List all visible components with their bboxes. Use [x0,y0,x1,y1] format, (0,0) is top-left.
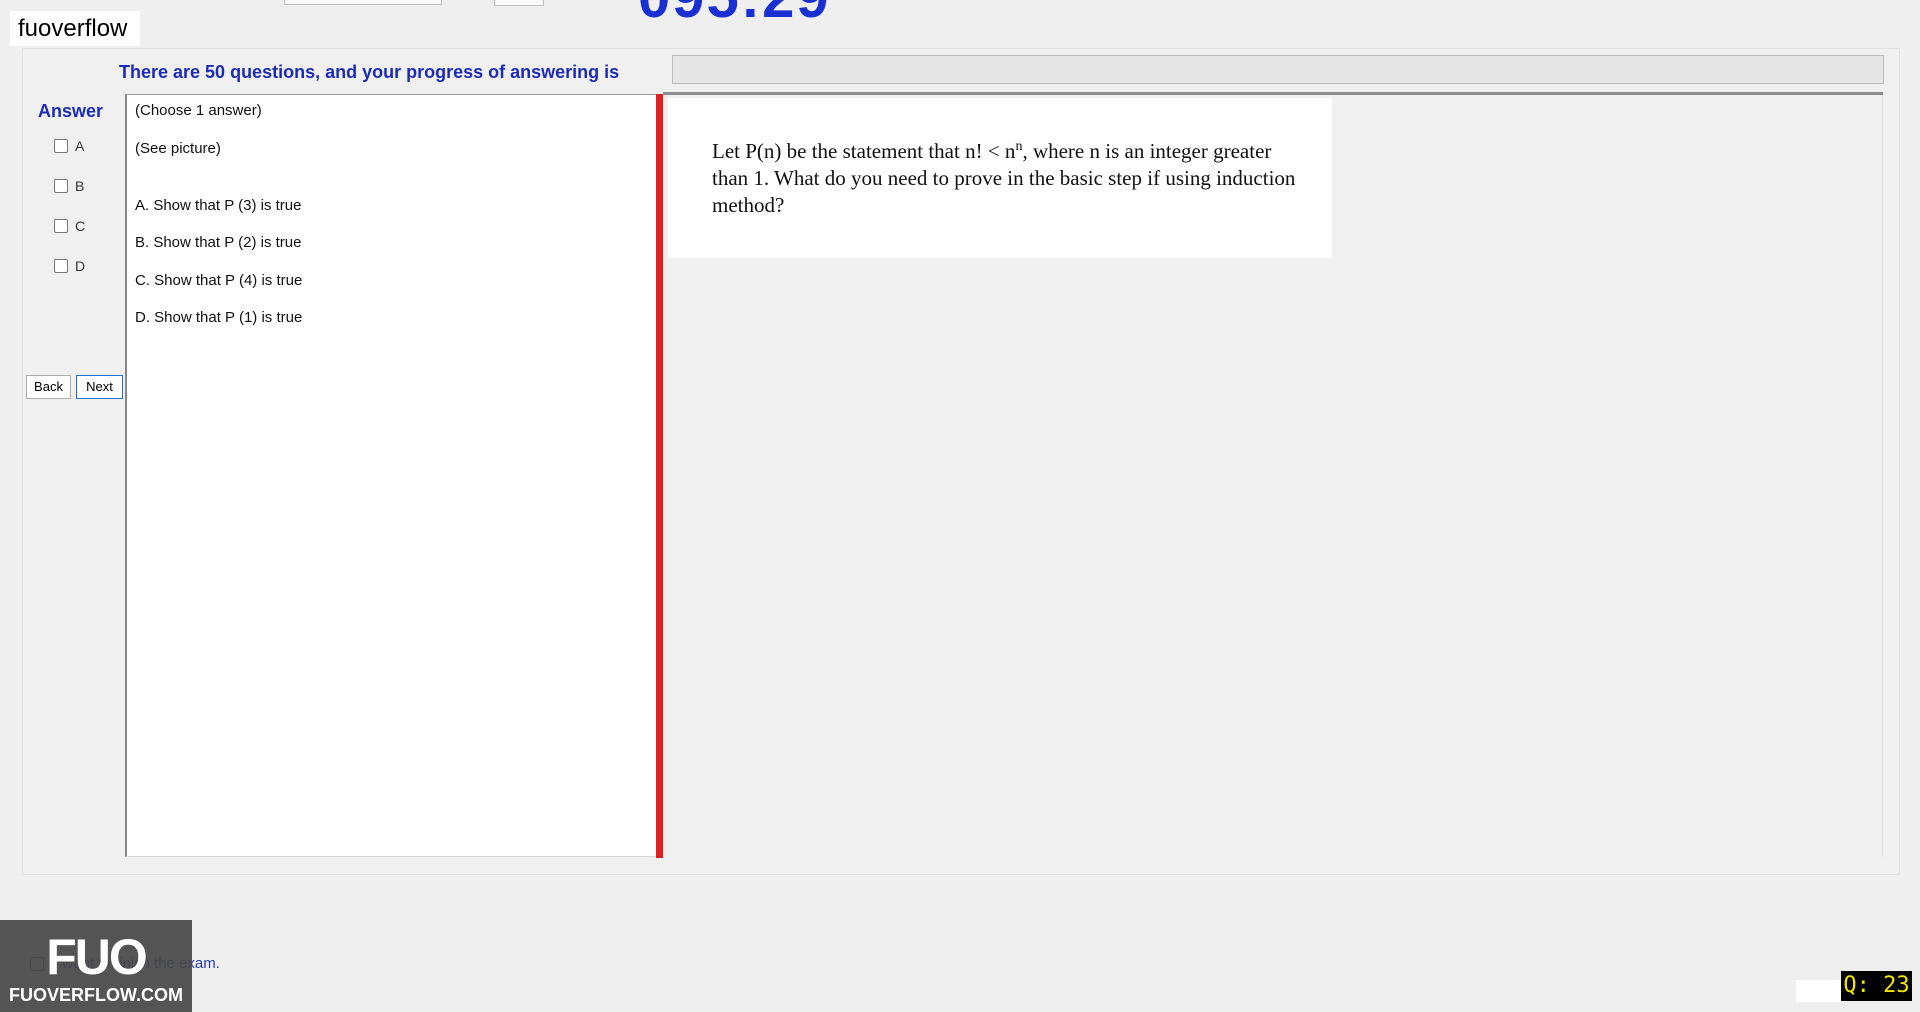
panel-splitter[interactable] [656,94,663,858]
back-button[interactable]: Back [26,375,71,399]
choice-b: B. Show that P (2) is true [135,234,302,251]
checkbox-c[interactable] [54,219,68,233]
question-text-part1: Let P(n) be the statement that n! < n [712,139,1016,163]
progress-bar [672,55,1884,84]
site-label-text: fuoverflow [18,15,128,42]
checkbox-d[interactable] [54,259,68,273]
question-image-text: Let P(n) be the statement that n! < nn, … [712,133,1312,219]
question-instruction: (Choose 1 answer) [135,102,262,119]
site-label: fuoverflow [10,11,140,75]
question-counter: Q: 23 [1841,971,1912,1001]
answer-option-a[interactable]: A [54,138,84,154]
top-combo-box[interactable] [284,0,442,5]
counter-backdrop [1796,980,1841,1002]
choice-a: A. Show that P (3) is true [135,197,302,214]
answer-title: Answer [38,101,104,121]
question-note: (See picture) [135,140,221,157]
answer-option-label: D [75,258,86,274]
top-small-combo[interactable] [494,0,544,6]
logo-mark: FUO [46,929,148,985]
image-panel-top-border [663,92,1883,95]
answer-option-c[interactable]: C [54,218,85,234]
answer-option-label: A [75,138,85,154]
logo-text: FUOVERFLOW.COM [9,985,183,1005]
checkbox-b[interactable] [54,179,68,193]
choice-d: D. Show that P (1) is true [135,309,303,326]
fuoverflow-logo: FUO FUOVERFLOW.COM [0,920,192,1012]
answer-option-d[interactable]: D [54,258,85,274]
answer-option-label: C [75,218,86,234]
exam-timer: 095:29 [638,0,831,31]
progress-label: There are 50 questions, and your progres… [119,62,620,82]
choice-c: C. Show that P (4) is true [135,272,303,289]
answer-option-b[interactable]: B [54,178,84,194]
next-button[interactable]: Next [76,375,123,399]
checkbox-a[interactable] [54,139,68,153]
answer-option-label: B [75,178,85,194]
